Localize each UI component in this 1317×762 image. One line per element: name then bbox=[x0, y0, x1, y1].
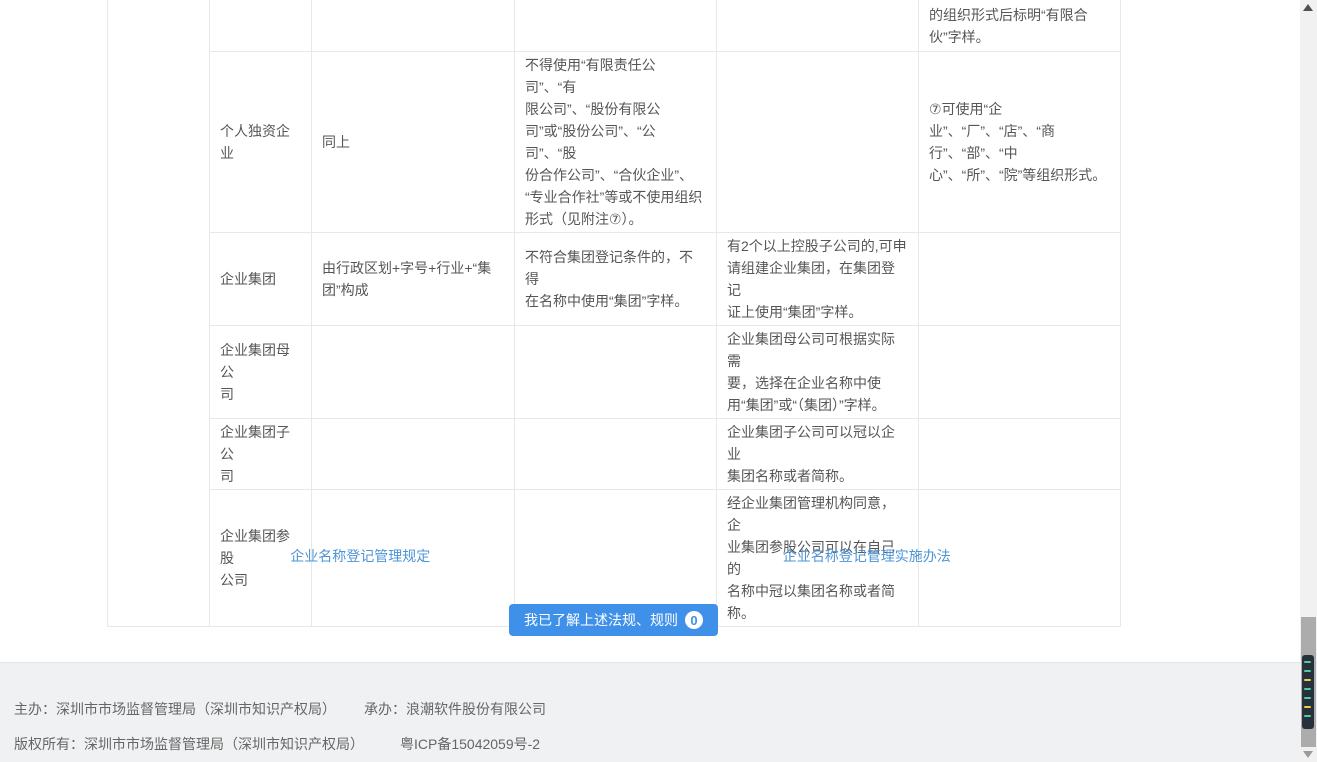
button-row: 我已了解上述法规、规则 0 bbox=[107, 604, 1120, 636]
table-cell bbox=[210, 0, 312, 52]
table-cell: 企业集团母公司可根据实际需 要，选择在企业名称中使 用“集团”或“（集团）”字样… bbox=[717, 326, 919, 419]
copyright-value: 深圳市市场监督管理局（深圳市知识产权局） bbox=[84, 736, 364, 752]
scroll-down-arrow-icon[interactable] bbox=[1303, 751, 1313, 758]
table-cell: 的组织形式后标明“有限合 伙”字样。 bbox=[919, 0, 1121, 52]
table-cell bbox=[919, 419, 1121, 490]
scrollbar-thumb[interactable] bbox=[1301, 617, 1316, 747]
footer-copyright-line: 版权所有：深圳市市场监督管理局（深圳市知识产权局） 粤ICP备15042059号-… bbox=[14, 734, 540, 754]
scroll-marker-dash bbox=[1304, 706, 1311, 708]
organizer-value: 浪潮软件股份有限公司 bbox=[406, 701, 546, 717]
link-half-right: 企业名称登记管理实施办法 bbox=[614, 546, 1121, 566]
rules-table: 的组织形式后标明“有限合 伙”字样。个人独资企业同上不得使用“有限责任公司”、“… bbox=[107, 0, 1121, 627]
table-cell: ⑦可使用“企 业”、“厂”、“店”、“商 行”、“部”、“中 心”、“所”、“院… bbox=[919, 52, 1121, 233]
table-cell bbox=[717, 0, 919, 52]
scroll-up-arrow-icon[interactable] bbox=[1303, 4, 1313, 11]
links-row: 企业名称登记管理规定 企业名称登记管理实施办法 bbox=[107, 546, 1120, 566]
link-name-registration-regulation[interactable]: 企业名称登记管理规定 bbox=[290, 548, 430, 564]
table-row: 的组织形式后标明“有限合 伙”字样。 bbox=[108, 0, 1121, 52]
scrollbar-track[interactable] bbox=[1300, 0, 1317, 762]
table-cell: 同上 bbox=[312, 52, 515, 233]
scroll-marker-dash bbox=[1304, 661, 1311, 663]
table-cell: 有2个以上控股子公司的,可申 请组建企业集团，在集团登记 证上使用“集团”字样。 bbox=[717, 233, 919, 326]
confirm-button[interactable]: 我已了解上述法规、规则 0 bbox=[509, 604, 718, 636]
scroll-marker-dash bbox=[1304, 715, 1311, 717]
table-cell bbox=[919, 233, 1121, 326]
footer-host-line: 主办：深圳市市场监督管理局（深圳市知识产权局） 承办：浪潮软件股份有限公司 bbox=[14, 699, 546, 719]
table-cell: 企业集团 bbox=[210, 233, 312, 326]
organizer-label: 承办： bbox=[364, 701, 406, 717]
table-cell bbox=[312, 326, 515, 419]
footer: 主办：深圳市市场监督管理局（深圳市知识产权局）承办：浪潮软件股份有限公司 版权所… bbox=[0, 662, 1317, 762]
table-cell bbox=[717, 52, 919, 233]
table-wrap: 的组织形式后标明“有限合 伙”字样。个人独资企业同上不得使用“有限责任公司”、“… bbox=[107, 0, 1121, 627]
scroll-marker-dash bbox=[1304, 688, 1311, 690]
scroll-marker-dash bbox=[1304, 697, 1311, 699]
table-cell: 企业集团子公 司 bbox=[210, 419, 312, 490]
table-cell bbox=[919, 326, 1121, 419]
table-cell bbox=[515, 0, 717, 52]
table-cell bbox=[515, 326, 717, 419]
table-cell: 不得使用“有限责任公司”、“有 限公司”、“股份有限公 司”或“股份公司”、“公… bbox=[515, 52, 717, 233]
page: 的组织形式后标明“有限合 伙”字样。个人独资企业同上不得使用“有限责任公司”、“… bbox=[0, 0, 1317, 762]
countdown-badge: 0 bbox=[685, 611, 703, 629]
table-body: 的组织形式后标明“有限合 伙”字样。个人独资企业同上不得使用“有限责任公司”、“… bbox=[108, 0, 1121, 627]
table-row: 企业集团母公 司 企业集团母公司可根据实际需 要，选择在企业名称中使 用“集团”或… bbox=[108, 326, 1121, 419]
link-half-left: 企业名称登记管理规定 bbox=[107, 546, 614, 566]
table-row: 个人独资企业同上不得使用“有限责任公司”、“有 限公司”、“股份有限公 司”或“… bbox=[108, 52, 1121, 233]
host-label: 主办： bbox=[14, 701, 56, 717]
scroll-marker-widget bbox=[1302, 655, 1314, 729]
table-cell: 个人独资企业 bbox=[210, 52, 312, 233]
copyright-label: 版权所有： bbox=[14, 736, 84, 752]
link-implementation-measures[interactable]: 企业名称登记管理实施办法 bbox=[783, 548, 951, 564]
table-cell: 企业集团子公司可以冠以企业 集团名称或者简称。 bbox=[717, 419, 919, 490]
table-cell bbox=[515, 419, 717, 490]
confirm-button-label: 我已了解上述法规、规则 bbox=[524, 610, 678, 630]
table-cell bbox=[312, 0, 515, 52]
table-cell: 企业集团母公 司 bbox=[210, 326, 312, 419]
host-value: 深圳市市场监督管理局（深圳市知识产权局） bbox=[56, 701, 336, 717]
icp-number: 粤ICP备15042059号-2 bbox=[400, 736, 540, 752]
table-row: 企业集团由行政区划+字号+行业+“集 团”构成不符合集团登记条件的，不得 在名称… bbox=[108, 233, 1121, 326]
table-cell bbox=[312, 419, 515, 490]
scroll-marker-dash bbox=[1304, 670, 1311, 672]
table-cell-category bbox=[108, 0, 210, 627]
table-cell: 由行政区划+字号+行业+“集 团”构成 bbox=[312, 233, 515, 326]
table-row: 企业集团子公 司 企业集团子公司可以冠以企业 集团名称或者简称。 bbox=[108, 419, 1121, 490]
scroll-marker-dash bbox=[1304, 679, 1311, 681]
table-cell: 不符合集团登记条件的，不得 在名称中使用“集团”字样。 bbox=[515, 233, 717, 326]
